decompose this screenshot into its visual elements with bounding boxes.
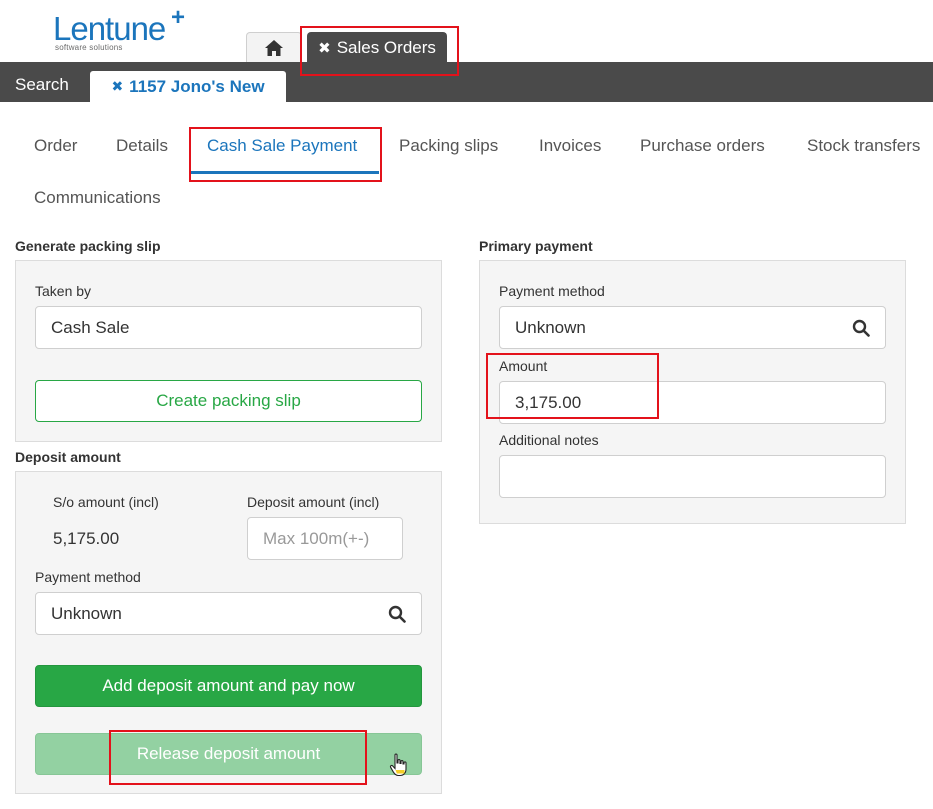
hand-pointer-icon: [389, 753, 407, 777]
deposit-payment-method-field[interactable]: Unknown: [35, 592, 374, 635]
deposit-amount-input[interactable]: Max 100m(+-): [247, 517, 403, 560]
amount-input[interactable]: 3,175.00: [499, 381, 886, 424]
primary-section-title: Primary payment: [479, 238, 593, 254]
home-icon: [265, 39, 283, 56]
additional-notes-label: Additional notes: [499, 432, 599, 448]
home-tab[interactable]: [246, 32, 302, 62]
primary-payment-search-button[interactable]: [837, 306, 886, 349]
tab-invoices[interactable]: Invoices: [539, 136, 601, 156]
document-tab-label: 1157 Jono's New: [129, 76, 265, 96]
close-icon[interactable]: ✖: [111, 78, 123, 95]
tab-cash-sale-payment[interactable]: Cash Sale Payment: [207, 136, 357, 156]
sales-orders-tab[interactable]: ✖ Sales Orders: [307, 32, 447, 62]
deposit-amount-label: Deposit amount (incl): [247, 494, 380, 510]
document-tab-1157[interactable]: ✖ 1157 Jono's New: [90, 71, 286, 102]
search-icon: [388, 605, 406, 623]
deposit-section-title: Deposit amount: [15, 449, 121, 465]
primary-payment-method-field[interactable]: Unknown: [499, 306, 838, 349]
close-icon[interactable]: ✖: [318, 39, 331, 57]
logo-plus: +: [171, 4, 186, 31]
tab-packing-slips[interactable]: Packing slips: [399, 136, 498, 156]
logo-tagline: software solutions: [55, 43, 123, 52]
tab-stock-transfers[interactable]: Stock transfers: [807, 136, 920, 156]
create-packing-slip-button[interactable]: Create packing slip: [35, 380, 422, 422]
primary-payment-method-label: Payment method: [499, 283, 605, 299]
taken-by-label: Taken by: [35, 283, 92, 299]
lentune-logo: Lentune + software solutions: [53, 4, 193, 54]
taken-by-field[interactable]: Cash Sale: [35, 306, 422, 349]
deposit-payment-method-label: Payment method: [35, 569, 141, 585]
so-amount-value: 5,175.00: [53, 529, 120, 548]
release-deposit-button[interactable]: Release deposit amount: [35, 733, 422, 775]
additional-notes-input[interactable]: [499, 455, 886, 498]
packing-section-title: Generate packing slip: [15, 238, 161, 254]
search-tab[interactable]: Search: [15, 75, 69, 95]
add-deposit-button[interactable]: Add deposit amount and pay now: [35, 665, 422, 707]
active-tab-indicator: [190, 171, 379, 174]
tab-communications[interactable]: Communications: [34, 188, 161, 208]
sales-orders-label: Sales Orders: [336, 37, 436, 57]
tab-order[interactable]: Order: [34, 136, 77, 156]
so-amount-label: S/o amount (incl): [53, 494, 159, 510]
tab-purchase-orders[interactable]: Purchase orders: [640, 136, 765, 156]
amount-label: Amount: [499, 358, 548, 374]
search-icon: [852, 319, 870, 337]
tab-details[interactable]: Details: [116, 136, 168, 156]
deposit-payment-search-button[interactable]: [373, 592, 422, 635]
